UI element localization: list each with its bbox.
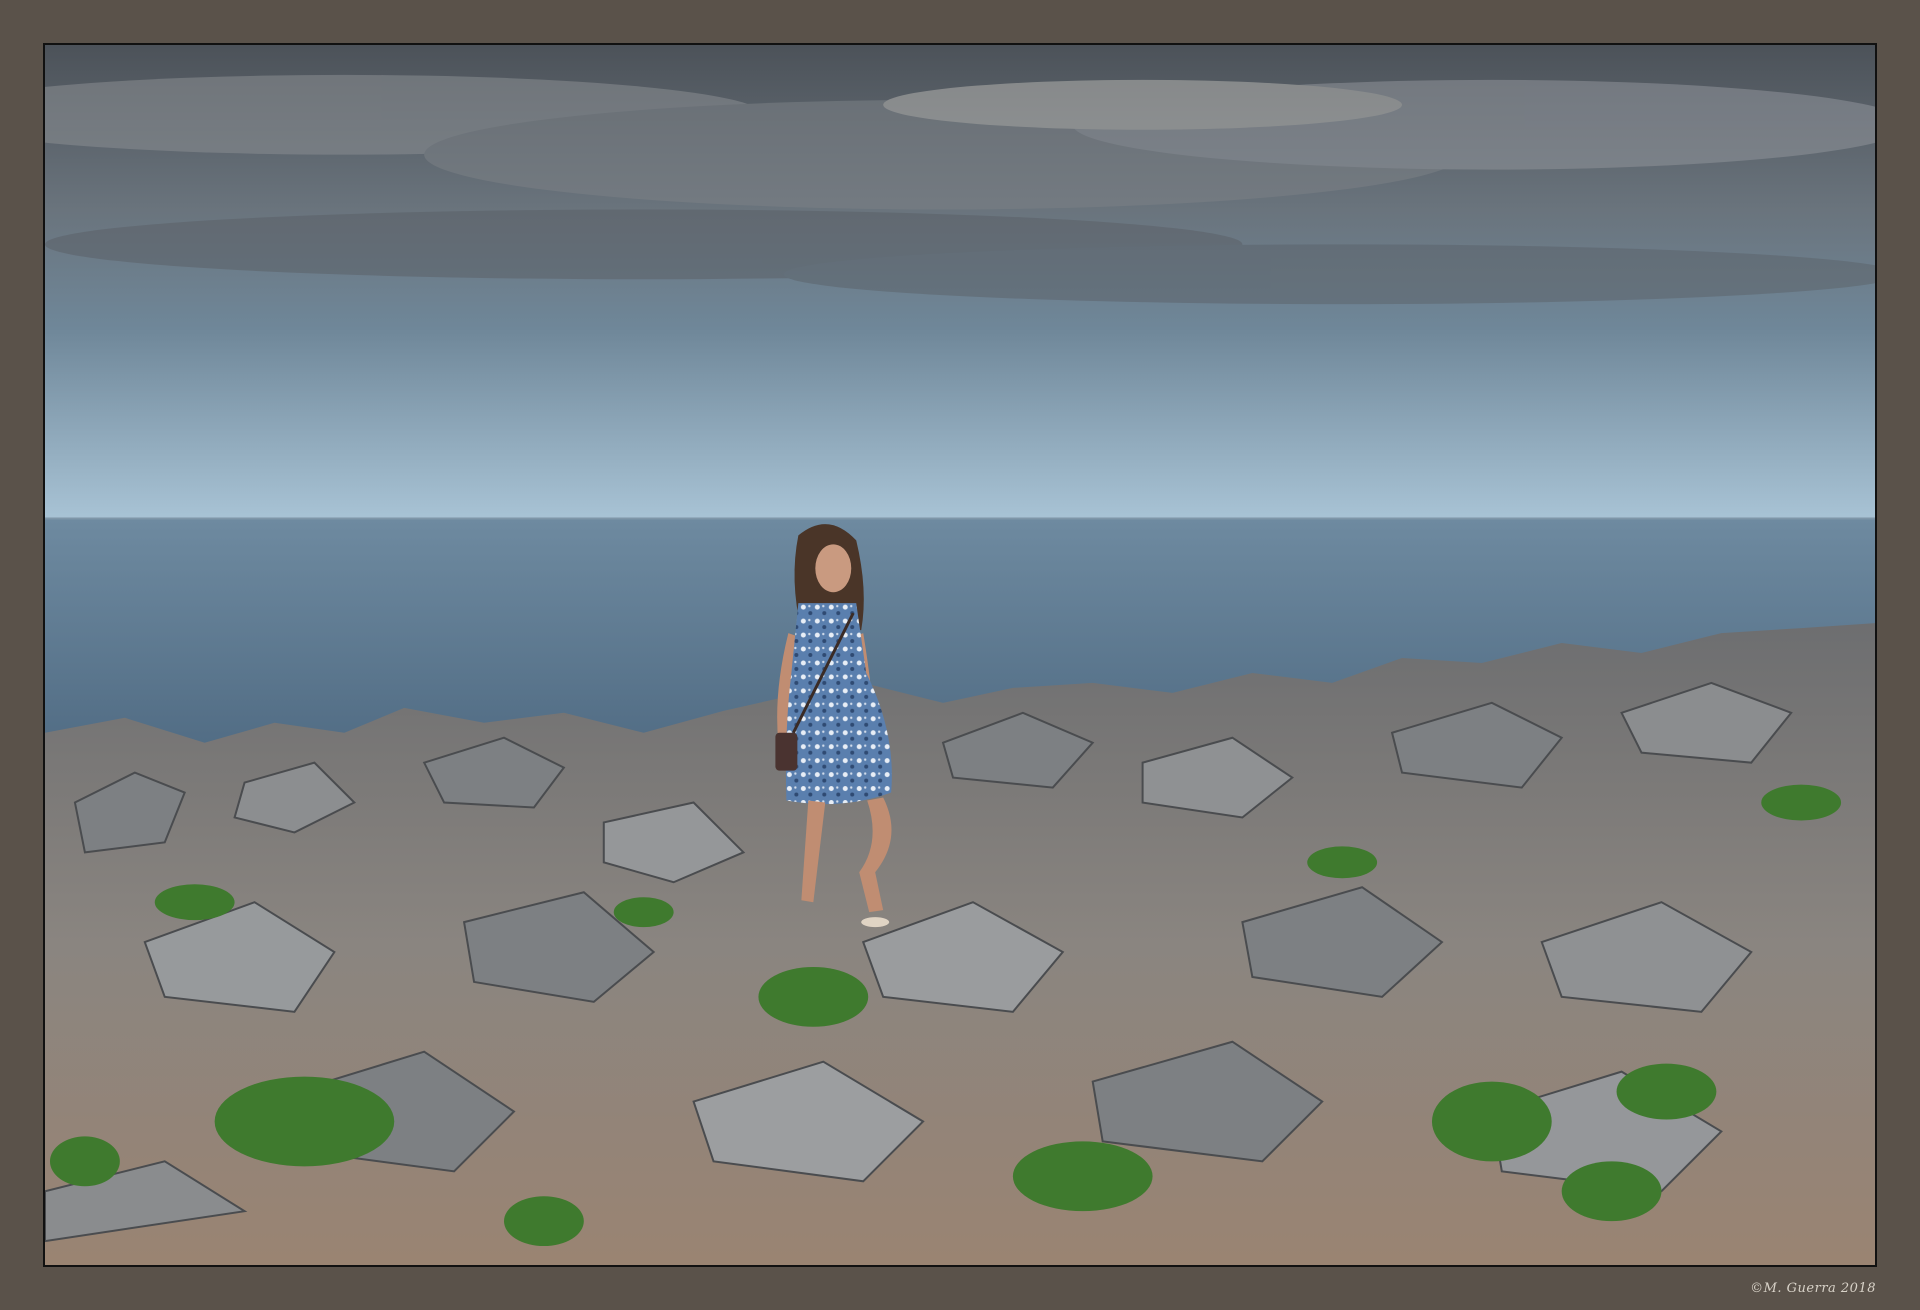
photo-frame: ©M. Guerra 2018 [0, 0, 1920, 1310]
face [815, 544, 852, 593]
photo-scene [45, 45, 1875, 1265]
coastal-photograph [43, 43, 1877, 1267]
sandal [861, 917, 890, 928]
photographer-watermark: ©M. Guerra 2018 [1750, 1281, 1876, 1296]
shoulder-bag [775, 732, 798, 771]
